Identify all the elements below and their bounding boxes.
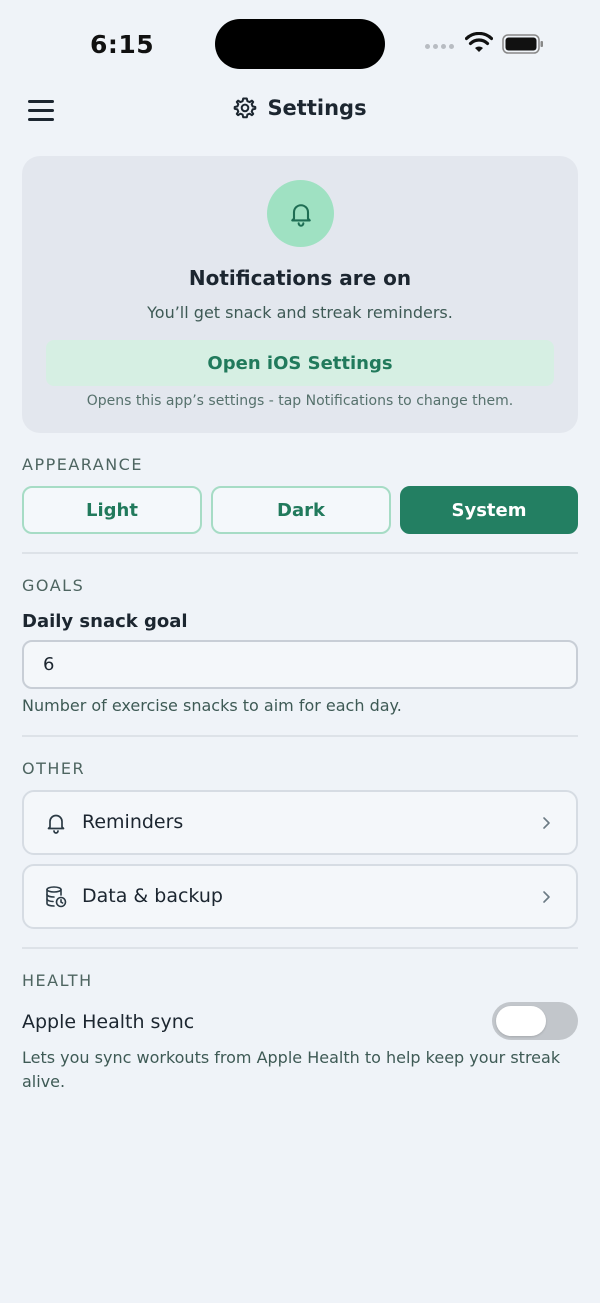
bell-icon <box>290 203 311 227</box>
reminders-row[interactable]: Reminders <box>22 790 578 855</box>
database-icon <box>46 886 67 908</box>
chevron-right-icon <box>543 817 550 829</box>
battery-icon <box>502 34 543 54</box>
divider <box>22 735 578 737</box>
notifications-title: Notifications are on <box>188 266 412 290</box>
apple-health-sync-helper: Lets you sync workouts from Apple Health… <box>22 1048 561 1091</box>
data-backup-row[interactable]: Data & backup <box>22 864 578 929</box>
other-section-label: OTHER <box>22 759 86 778</box>
status-bar: 6:15 <box>0 0 600 90</box>
bell-icon <box>47 814 65 834</box>
divider <box>22 947 578 949</box>
open-ios-settings-button[interactable]: Open iOS Settings <box>46 340 554 386</box>
wifi-icon <box>465 32 493 52</box>
bell-badge <box>267 180 334 247</box>
cellular-signal-icon <box>425 44 454 49</box>
health-section-label: HEALTH <box>22 971 93 990</box>
daily-snack-goal-input[interactable] <box>22 640 578 689</box>
toggle-knob <box>496 1006 546 1036</box>
apple-health-sync-label: Apple Health sync <box>22 1011 195 1033</box>
appearance-section-label: APPEARANCE <box>22 455 143 474</box>
status-time: 6:15 <box>90 30 155 59</box>
gear-icon <box>234 97 257 119</box>
appearance-dark-option[interactable]: Dark <box>211 486 391 534</box>
daily-snack-goal-helper: Number of exercise snacks to aim for eac… <box>22 696 402 715</box>
goals-section-label: GOALS <box>22 576 85 595</box>
dynamic-island <box>215 19 385 69</box>
header-title: Settings <box>267 96 367 120</box>
apple-health-sync-toggle[interactable] <box>492 1002 578 1040</box>
divider <box>22 552 578 554</box>
top-nav: Settings <box>0 88 600 134</box>
appearance-light-option[interactable]: Light <box>22 486 202 534</box>
daily-snack-goal-label: Daily snack goal <box>22 611 188 632</box>
notifications-card: Notifications are on You’ll get snack an… <box>22 156 578 433</box>
notifications-subtitle: You’ll get snack and streak reminders. <box>147 303 453 322</box>
appearance-system-option[interactable]: System <box>400 486 578 534</box>
ios-settings-note: Opens this app’s settings - tap Notifica… <box>86 393 514 409</box>
page-title: Settings <box>0 96 600 120</box>
data-backup-label: Data & backup <box>82 885 223 907</box>
reminders-label: Reminders <box>82 811 184 833</box>
chevron-right-icon <box>543 891 550 903</box>
